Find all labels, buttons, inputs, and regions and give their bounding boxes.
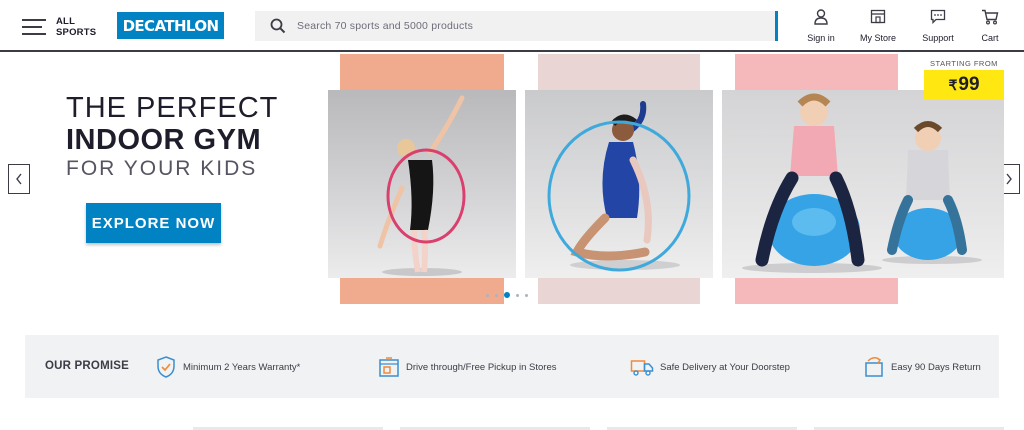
carousel-dot[interactable]: [525, 293, 528, 297]
cart-icon: [982, 9, 999, 25]
search-bar[interactable]: Search 70 sports and 5000 products: [255, 11, 778, 41]
promise-delivery[interactable]: Safe Delivery at Your Doorstep: [630, 354, 790, 380]
price-prefix: STARTING FROM: [924, 58, 1004, 70]
product-photo-gymnast-pink-hoop[interactable]: [328, 90, 516, 278]
all-sports-menu-button[interactable]: ALL SPORTS: [22, 12, 102, 42]
product-photo-gymnast-blue-hoop[interactable]: [525, 90, 713, 278]
carousel-dot-active[interactable]: [504, 292, 510, 298]
return-box-icon: [865, 357, 883, 377]
user-icon: [814, 9, 828, 25]
promise-warranty-text: Minimum 2 Years Warranty*: [183, 361, 301, 373]
price-badge: ₹ 99: [924, 70, 1004, 100]
carousel-dot[interactable]: [495, 293, 498, 297]
carousel-dot[interactable]: [486, 293, 489, 297]
site-header: ALL SPORTS DECATHLON Search 70 sports an…: [0, 0, 1024, 52]
explore-now-button[interactable]: EXPLORE NOW: [86, 203, 221, 243]
sign-in-button[interactable]: Sign in: [807, 9, 835, 43]
promise-warranty[interactable]: Minimum 2 Years Warranty*: [155, 354, 300, 380]
promise-title: OUR PROMISE: [45, 360, 129, 372]
hero-title-line-1: THE PERFECT: [66, 92, 279, 124]
chevron-left-icon: [16, 173, 22, 185]
product-photo-kids-hop-balls[interactable]: [722, 90, 1004, 278]
promise-pickup[interactable]: Drive through/Free Pickup in Stores: [378, 354, 556, 380]
currency-symbol: ₹: [948, 76, 958, 93]
chevron-right-icon: [1006, 173, 1012, 185]
promise-return-text: Easy 90 Days Return: [891, 361, 981, 373]
search-input[interactable]: Search 70 sports and 5000 products: [297, 20, 473, 32]
my-store-label: My Store: [860, 33, 897, 43]
sign-in-label: Sign in: [807, 33, 835, 43]
cart-button[interactable]: Cart: [979, 9, 1001, 43]
support-icon: [930, 9, 946, 24]
support-button[interactable]: Support: [922, 9, 954, 43]
decathlon-logo[interactable]: DECATHLON: [117, 12, 224, 39]
our-promise-bar: OUR PROMISE Minimum 2 Years Warranty* Dr…: [25, 335, 999, 398]
hero-title-line-3: FOR YOUR KIDS: [66, 157, 258, 180]
price-tag: STARTING FROM ₹ 99: [924, 58, 1004, 102]
store-icon: [870, 9, 886, 24]
my-store-button[interactable]: My Store: [860, 9, 897, 43]
hero-title-line-2: INDOOR GYM: [66, 124, 262, 156]
price-value: 99: [958, 74, 980, 95]
carousel-prev-button[interactable]: [8, 164, 30, 194]
carousel-dots: [486, 292, 528, 298]
shield-check-icon: [157, 356, 175, 378]
support-label: Support: [922, 33, 954, 43]
promise-pickup-text: Drive through/Free Pickup in Stores: [406, 361, 557, 373]
all-sports-label: ALL SPORTS: [56, 16, 97, 38]
carousel-dot[interactable]: [516, 293, 519, 297]
store-pickup-icon: [379, 357, 399, 377]
delivery-truck-icon: [630, 360, 654, 376]
search-icon[interactable]: [263, 11, 293, 41]
cart-label: Cart: [981, 33, 999, 43]
promise-return[interactable]: Easy 90 Days Return: [863, 354, 981, 380]
promise-delivery-text: Safe Delivery at Your Doorstep: [660, 361, 790, 373]
hamburger-icon: [22, 19, 46, 35]
